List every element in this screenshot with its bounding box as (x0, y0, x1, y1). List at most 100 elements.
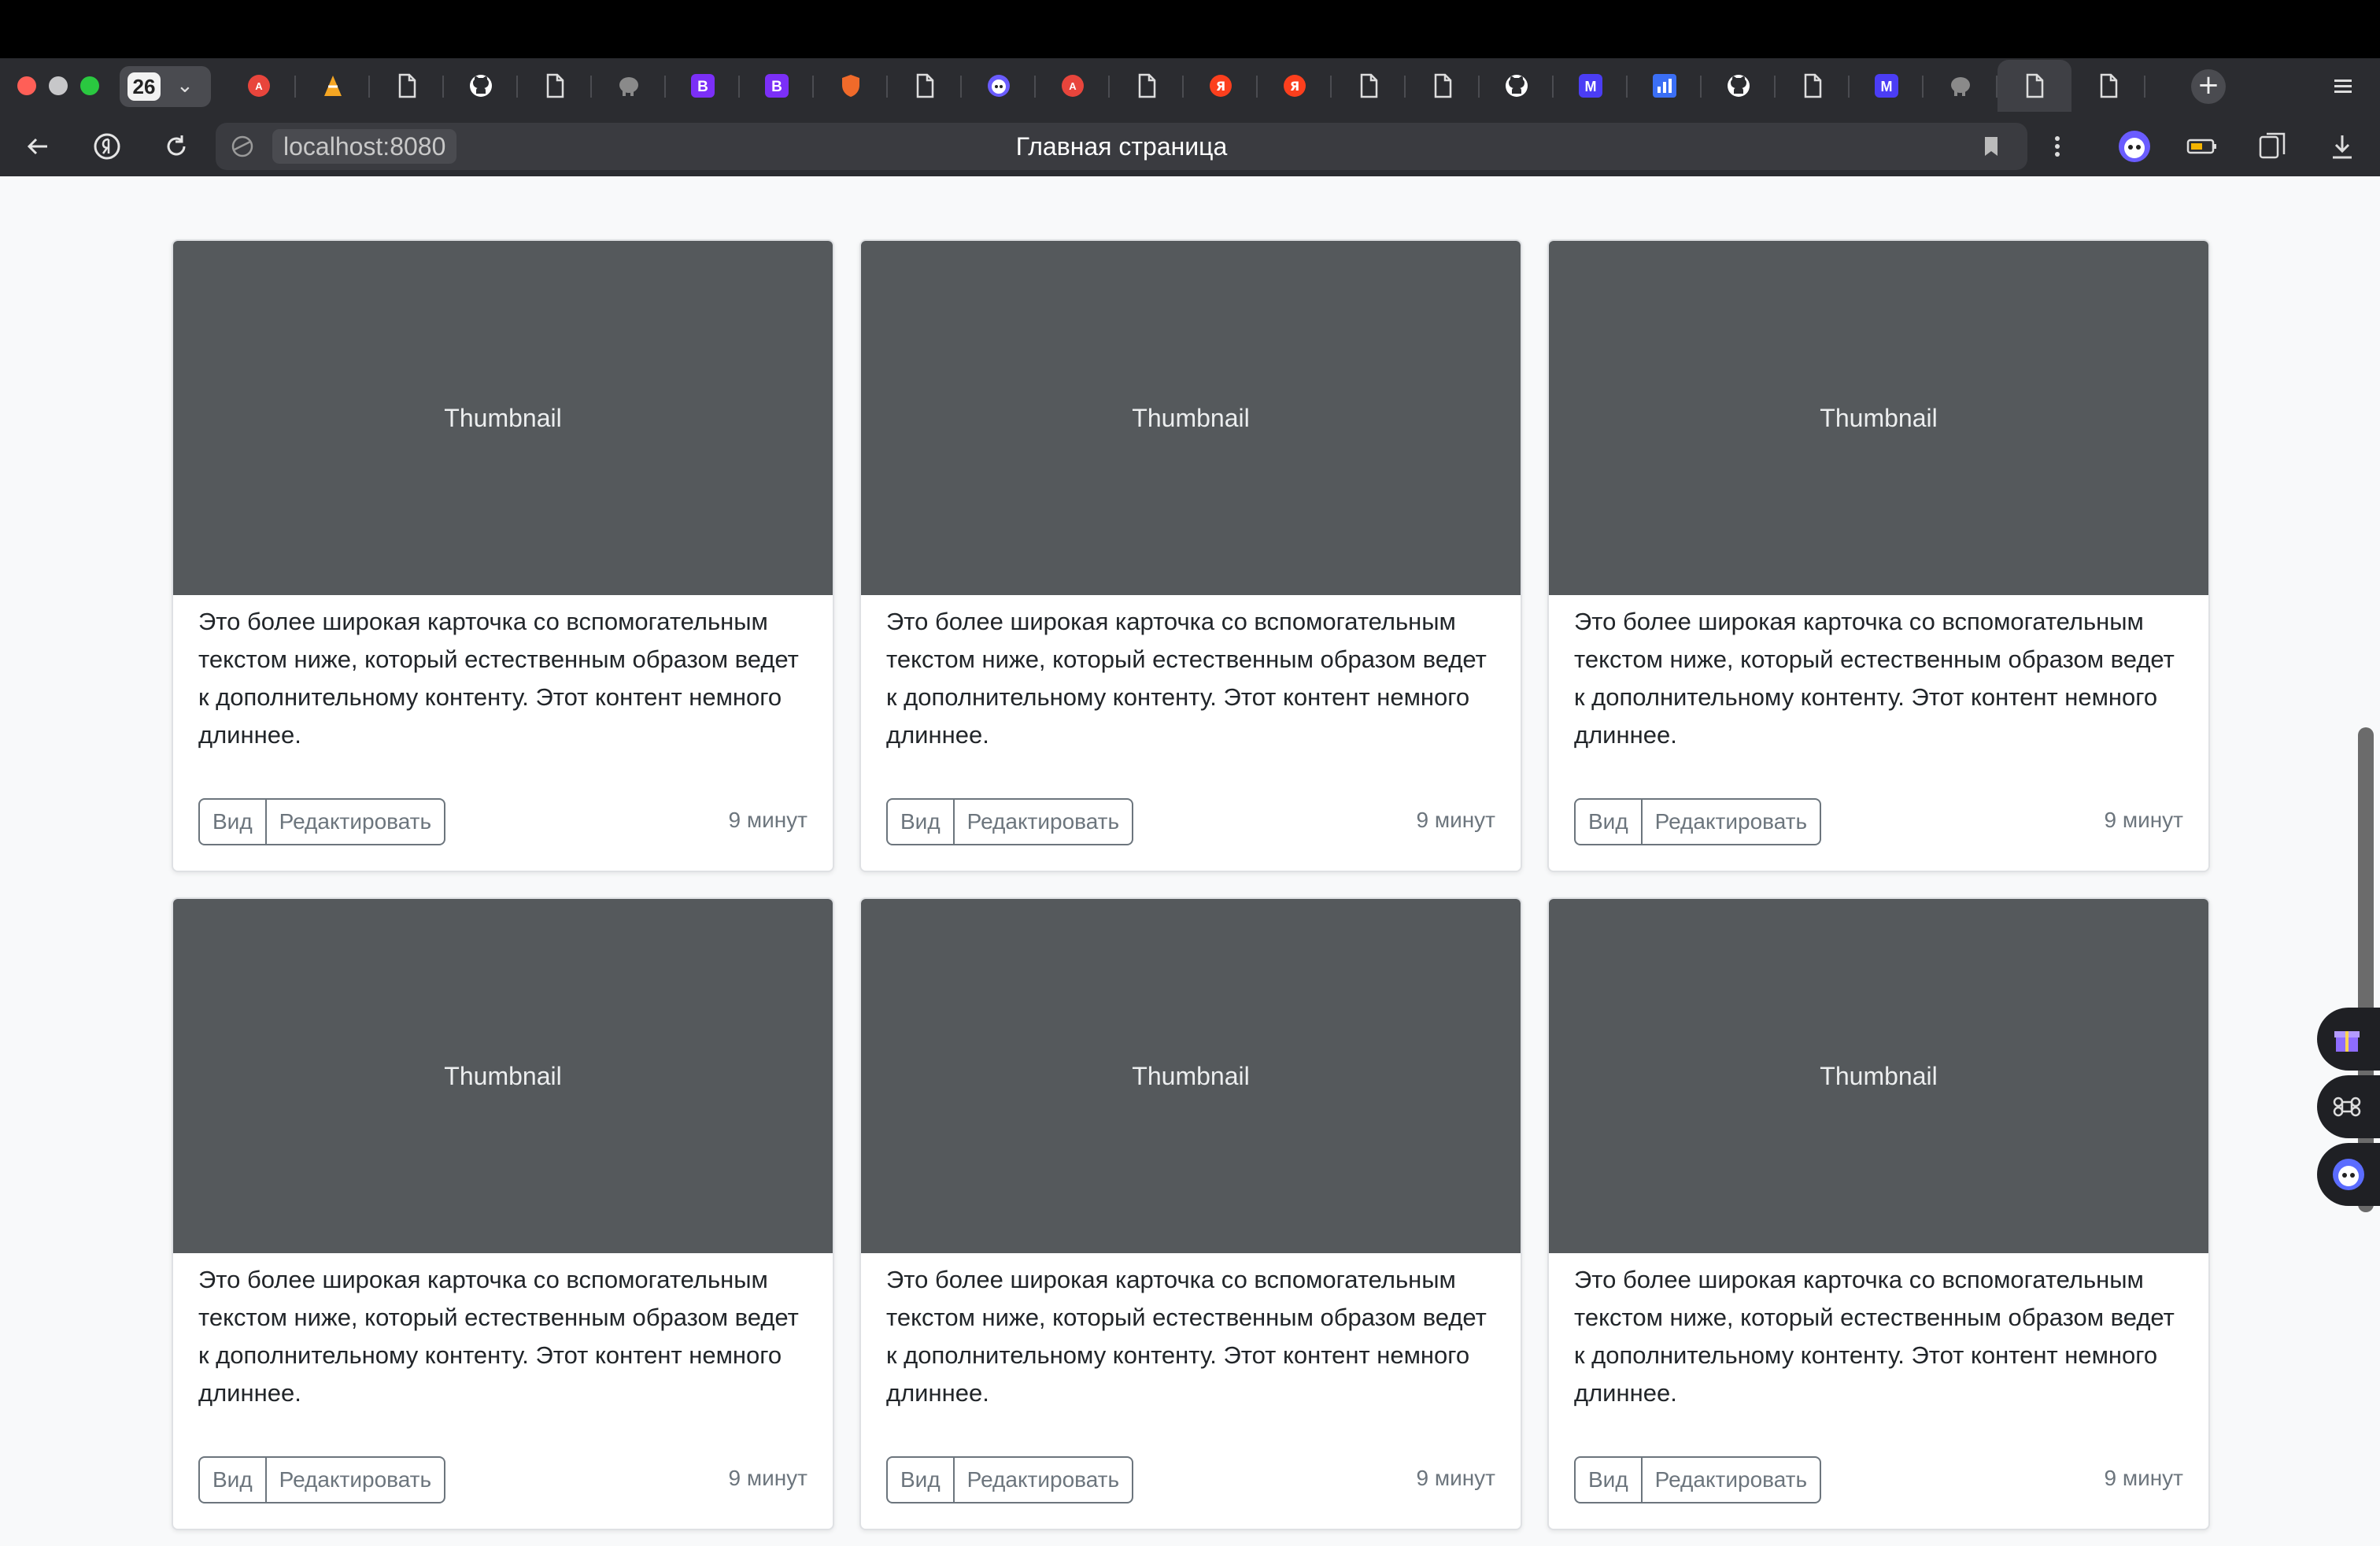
browser-tab[interactable] (814, 60, 888, 112)
close-window-button[interactable] (17, 76, 36, 95)
card-time: 9 минут (2104, 808, 2183, 832)
edit-button[interactable]: Редактировать (266, 798, 446, 845)
gift-button[interactable] (2317, 1008, 2380, 1071)
browser-tab[interactable]: B (666, 60, 740, 112)
address-bar[interactable]: Главная страница localhost:8080 (216, 123, 2027, 170)
browser-tab[interactable]: Я (1184, 60, 1258, 112)
reload-button[interactable] (159, 129, 194, 164)
browser-tab[interactable] (962, 60, 1036, 112)
edit-button[interactable]: Редактировать (1642, 798, 1822, 845)
browser-tab[interactable]: A (222, 60, 296, 112)
alice-float-button[interactable] (2317, 1143, 2380, 1206)
thumbnail-label: Thumbnail (444, 1061, 562, 1090)
edit-button[interactable]: Редактировать (1642, 1456, 1822, 1503)
thumbnail-label: Thumbnail (1132, 1061, 1250, 1090)
yandex-home-button[interactable] (90, 129, 124, 164)
browser-tab[interactable]: M (1554, 60, 1628, 112)
gift-icon (2334, 1031, 2360, 1052)
view-button[interactable]: Вид (886, 798, 955, 845)
m-icon: M (1577, 72, 1604, 99)
card-button-group: Вид Редактировать (1574, 1456, 1822, 1503)
collections-icon[interactable] (2254, 128, 2292, 165)
view-button[interactable]: Вид (198, 798, 267, 845)
edit-button[interactable]: Редактировать (266, 1456, 446, 1503)
browser-tab[interactable] (370, 60, 444, 112)
card-time: 9 минут (728, 808, 808, 832)
browser-tab[interactable] (1776, 60, 1850, 112)
translate-icon: A (246, 72, 272, 99)
zoom-window-button[interactable] (80, 76, 99, 95)
thumbnail-label: Thumbnail (1820, 1061, 1938, 1090)
browser-tab[interactable] (518, 60, 592, 112)
card-text: Это более широкая карточка со вспомогате… (886, 1266, 1487, 1407)
alice-icon (985, 72, 1012, 99)
browser-tab[interactable] (888, 60, 962, 112)
card-thumbnail: Thumbnail (173, 899, 833, 1253)
browser-tab[interactable] (1406, 60, 1480, 112)
view-button[interactable]: Вид (886, 1456, 955, 1503)
browser-tab[interactable] (1480, 60, 1554, 112)
browser-tab[interactable]: M (1850, 60, 1924, 112)
view-button[interactable]: Вид (1574, 1456, 1643, 1503)
command-icon (2333, 1097, 2361, 1117)
document-icon (1429, 72, 1456, 99)
card-thumbnail: Thumbnail (173, 241, 833, 595)
back-button[interactable] (20, 129, 55, 164)
battery-icon[interactable] (2183, 128, 2221, 165)
url-text[interactable]: localhost:8080 (272, 129, 457, 164)
browser-tab[interactable]: B (740, 60, 814, 112)
more-options-icon[interactable] (2038, 128, 2076, 165)
browser-tab[interactable] (1628, 60, 1702, 112)
alice-icon[interactable] (2116, 128, 2153, 165)
card-thumbnail: Thumbnail (1549, 241, 2208, 595)
browser-tab[interactable] (1110, 60, 1184, 112)
card-button-group: Вид Редактировать (198, 1456, 446, 1503)
minimize-window-button[interactable] (49, 76, 68, 95)
tab-count: 26 (128, 72, 161, 101)
menu-icon[interactable] (2330, 72, 2356, 99)
reload-icon (167, 135, 186, 156)
yandex-icon (94, 133, 120, 160)
document-icon (1799, 72, 1826, 99)
tab-count-button[interactable]: 26 ⌄ (120, 66, 211, 107)
bootstrap-icon: B (689, 72, 716, 99)
shortcut-button[interactable] (2317, 1075, 2380, 1138)
download-icon[interactable] (2323, 128, 2361, 165)
bookmark-icon[interactable] (1979, 134, 2004, 159)
tab-separator (2144, 76, 2145, 98)
bootstrap-icon: B (763, 72, 790, 99)
page-scrollbar[interactable] (2358, 727, 2374, 1212)
card-time: 9 минут (1416, 1466, 1495, 1490)
svg-text:A: A (255, 80, 263, 92)
browser-tab[interactable]: Я (1258, 60, 1332, 112)
translate-icon: A (1059, 72, 1086, 99)
m-icon: M (1873, 72, 1900, 99)
document-icon (394, 72, 420, 99)
view-button[interactable]: Вид (198, 1456, 267, 1503)
chart-icon (1651, 72, 1678, 99)
card-text: Это более широкая карточка со вспомогате… (198, 1266, 799, 1407)
view-button[interactable]: Вид (1574, 798, 1643, 845)
browser-tab[interactable] (1998, 60, 2071, 112)
card-thumbnail: Thumbnail (861, 241, 1521, 595)
document-icon (2095, 72, 2122, 99)
browser-tab[interactable] (2071, 60, 2145, 112)
browser-tab[interactable] (444, 60, 518, 112)
card: Thumbnail Это более широкая карточка со … (1547, 897, 2210, 1530)
browser-tab[interactable] (1702, 60, 1776, 112)
card-time: 9 минут (2104, 1466, 2183, 1490)
document-icon (911, 72, 938, 99)
edit-button[interactable]: Редактировать (954, 798, 1134, 845)
browser-tab[interactable]: A (1036, 60, 1110, 112)
browser-tab[interactable] (592, 60, 666, 112)
browser-tab[interactable] (1332, 60, 1406, 112)
edit-button[interactable]: Редактировать (954, 1456, 1134, 1503)
card: Thumbnail Это более широкая карточка со … (859, 897, 1522, 1530)
document-icon (541, 72, 568, 99)
card-text: Это более широкая карточка со вспомогате… (198, 608, 799, 749)
browser-tab[interactable] (296, 60, 370, 112)
thumbnail-label: Thumbnail (1132, 403, 1250, 432)
new-tab-button[interactable]: + (2191, 69, 2226, 104)
svg-text:B: B (697, 79, 708, 95)
browser-tab[interactable] (1924, 60, 1998, 112)
